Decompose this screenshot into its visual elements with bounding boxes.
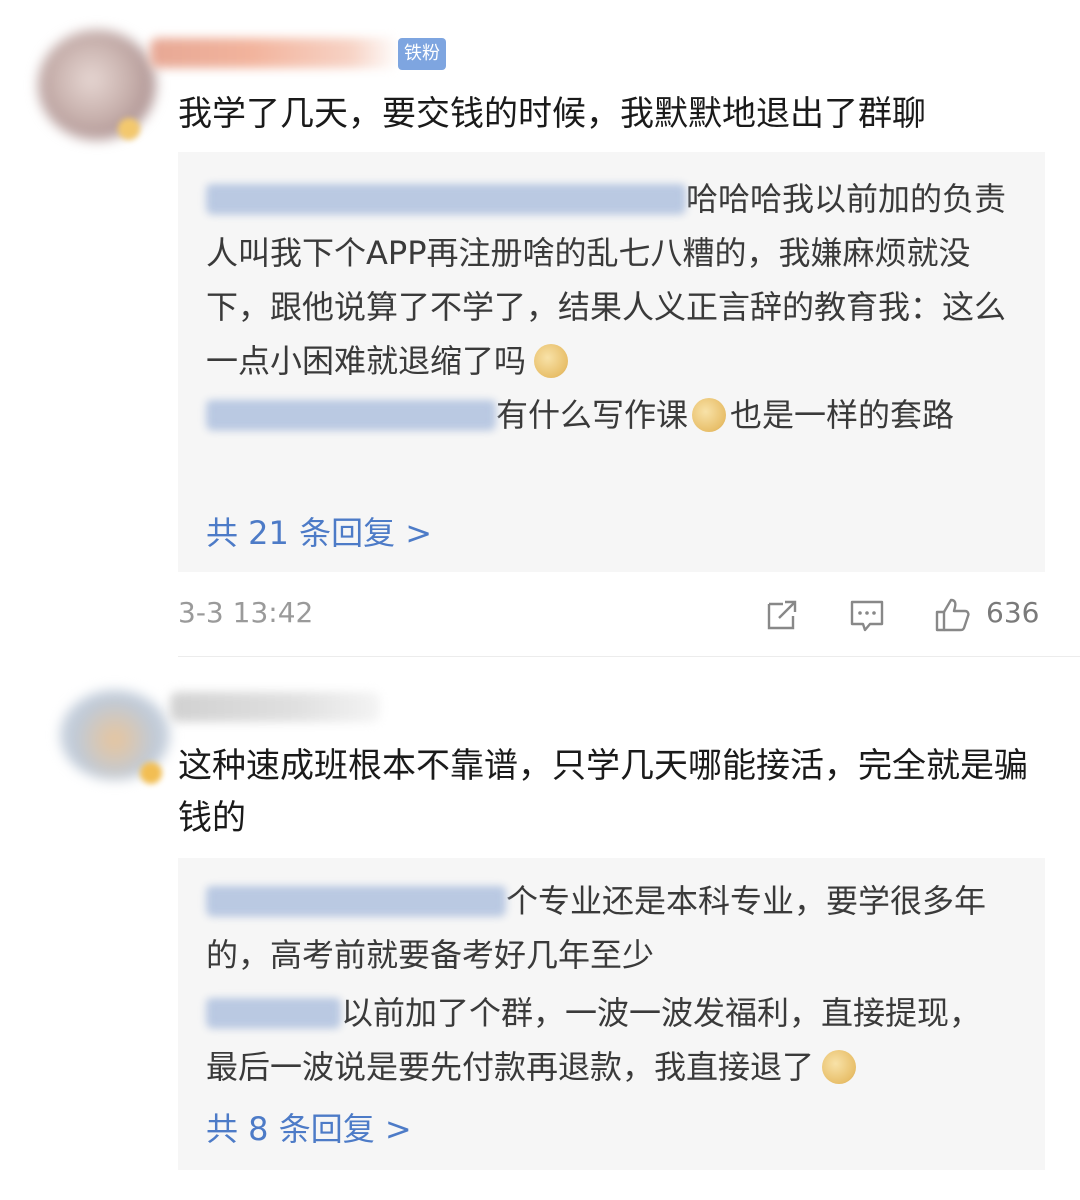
doge-emoji — [534, 344, 569, 378]
comment-icon[interactable] — [848, 596, 886, 634]
comment-card: 这种速成班根本不靠谱，只学几天哪能接活，完全就是骗钱的 个专业还是本科专业，要学… — [0, 670, 1080, 1200]
divider — [178, 656, 1080, 657]
reply-item: 哈哈哈我以前加的负责人叫我下个APP再注册啥的乱七八糟的，我嫌麻烦就没下，跟他说… — [206, 172, 1006, 388]
reply-text-tail: 也是一样的套路 — [730, 396, 955, 434]
doge-emoji — [822, 1050, 857, 1084]
reply-item: 有什么写作课 也是一样的套路 — [206, 388, 1006, 442]
reply-item: 以前加了个群，一波一波发福利，直接提现，最后一波说是要先付款再退款，我直接退了 — [206, 986, 1006, 1094]
reply-text: 有什么写作课 — [496, 396, 689, 434]
username-blurred — [206, 184, 686, 214]
laugh-cry-emoji — [692, 398, 727, 432]
username-blurred[interactable] — [170, 692, 380, 722]
view-more-replies-link[interactable]: 共 8 条回复 > — [206, 1104, 412, 1150]
username-blurred[interactable] — [150, 38, 400, 68]
avatar-verified-badge — [140, 762, 162, 784]
comment-card: 铁粉 我学了几天，要交钱的时候，我默默地退出了群聊 哈哈哈我以前加的负责人叫我下… — [0, 0, 1080, 660]
view-more-replies-link[interactable]: 共 21 条回复 > — [206, 508, 432, 554]
share-icon[interactable] — [763, 596, 801, 634]
fan-badge: 铁粉 — [398, 38, 446, 70]
comment-meta-bar: 3-3 13:42 636 — [178, 596, 1045, 636]
comment-text: 我学了几天，要交钱的时候，我默默地退出了群聊 — [178, 94, 926, 134]
reply-preview-box[interactable]: 哈哈哈我以前加的负责人叫我下个APP再注册啥的乱七八糟的，我嫌麻烦就没下，跟他说… — [178, 152, 1045, 572]
username-blurred — [206, 886, 506, 916]
like-count: 636 — [986, 596, 1040, 629]
username-blurred — [206, 998, 341, 1028]
reply-preview-box[interactable]: 个专业还是本科专业，要学很多年的，高考前就要备考好几年至少 以前加了个群，一波一… — [178, 858, 1045, 1170]
timestamp: 3-3 13:42 — [178, 596, 314, 629]
avatar-verified-badge — [118, 118, 140, 140]
username-blurred — [206, 400, 496, 430]
comment-text: 这种速成班根本不靠谱，只学几天哪能接活，完全就是骗钱的 — [178, 746, 1028, 838]
like-icon[interactable] — [933, 596, 971, 634]
reply-item: 个专业还是本科专业，要学很多年的，高考前就要备考好几年至少 — [206, 874, 1006, 982]
